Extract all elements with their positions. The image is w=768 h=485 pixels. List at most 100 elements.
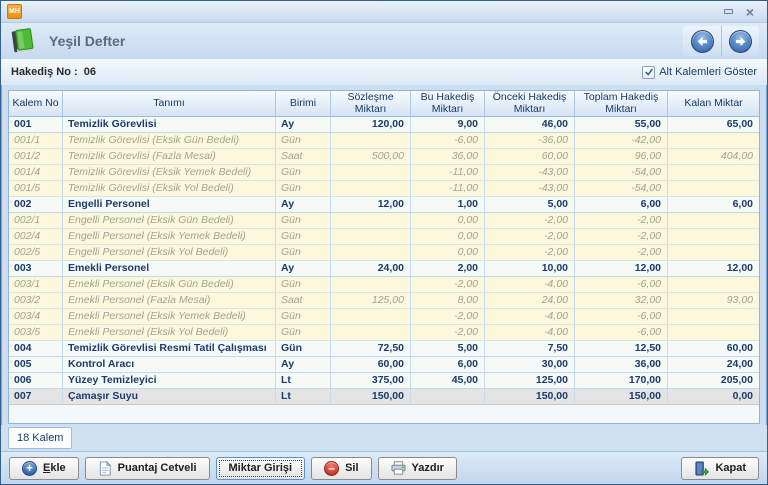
column-header-3[interactable]: Sözleşme Miktarı xyxy=(331,91,411,116)
cell-current: -6,00 xyxy=(411,133,485,149)
table-row[interactable]: 002/5Engelli Personel (Eksik Yol Bedeli)… xyxy=(9,245,759,261)
minimize-icon xyxy=(724,9,733,14)
cell-unit: Gün xyxy=(276,133,331,149)
cell-contract: 24,00 xyxy=(331,261,411,277)
cell-previous: 10,00 xyxy=(485,261,575,277)
cell-contract: 60,00 xyxy=(331,357,411,373)
column-header-5[interactable]: Önceki Hakediş Miktarı xyxy=(485,91,575,116)
quantity-entry-button[interactable]: Miktar Girişi xyxy=(216,457,306,480)
add-button[interactable]: + Ekle xyxy=(9,457,79,480)
table-header: Kalem NoTanımıBirimiSözleşme MiktarıBu H… xyxy=(9,91,759,117)
table-row[interactable]: 003/1Emekli Personel (Eksik Gün Bedeli)G… xyxy=(9,277,759,293)
table-row[interactable]: 001/2Temizlik Görevlisi (Fazla Mesai)Saa… xyxy=(9,149,759,165)
close-button[interactable]: × xyxy=(739,4,761,20)
table-row[interactable]: 001/5Temizlik Görevlisi (Eksik Yol Bedel… xyxy=(9,181,759,197)
cell-unit: Lt xyxy=(276,373,331,389)
cell-name: Emekli Personel (Eksik Yemek Bedeli) xyxy=(63,309,276,325)
cell-total: 55,00 xyxy=(575,117,668,133)
cell-no: 007 xyxy=(9,389,63,405)
delete-button[interactable]: – Sil xyxy=(311,457,371,480)
cell-name: Temizlik Görevlisi xyxy=(63,117,276,133)
table-row[interactable]: 003/2Emekli Personel (Fazla Mesai)Saat12… xyxy=(9,293,759,309)
table-row[interactable]: 002/4Engelli Personel (Eksik Yemek Bedel… xyxy=(9,229,759,245)
column-header-0[interactable]: Kalem No xyxy=(9,91,63,116)
cell-current: -2,00 xyxy=(411,325,485,341)
cell-contract: 120,00 xyxy=(331,117,411,133)
column-header-4[interactable]: Bu Hakediş Miktarı xyxy=(411,91,485,116)
column-header-7[interactable]: Kalan Miktar xyxy=(668,91,759,116)
cell-no: 005 xyxy=(9,357,63,373)
cell-total: 12,00 xyxy=(575,261,668,277)
table-row[interactable]: 003/5Emekli Personel (Eksik Yol Bedeli)G… xyxy=(9,325,759,341)
cell-current: 0,00 xyxy=(411,245,485,261)
header-band: Yeşil Defter xyxy=(1,23,767,59)
table-row[interactable]: 001Temizlik GörevlisiAy120,009,0046,0055… xyxy=(9,117,759,133)
table-row[interactable]: 004Temizlik Görevlisi Resmi Tatil Çalışm… xyxy=(9,341,759,357)
cell-previous: -36,00 xyxy=(485,133,575,149)
print-button[interactable]: Yazdır xyxy=(378,457,457,480)
cell-unit: Saat xyxy=(276,149,331,165)
cell-previous: 7,50 xyxy=(485,341,575,357)
cell-no: 001/4 xyxy=(9,165,63,181)
cell-no: 001/5 xyxy=(9,181,63,197)
cell-contract xyxy=(331,181,411,197)
cell-total: -6,00 xyxy=(575,325,668,341)
cell-previous: 30,00 xyxy=(485,357,575,373)
cell-remaining xyxy=(668,181,759,197)
previous-button[interactable] xyxy=(683,26,721,56)
close-window-button[interactable]: Kapat xyxy=(681,457,759,480)
cell-no: 002/1 xyxy=(9,213,63,229)
cell-current: 0,00 xyxy=(411,213,485,229)
footer-strip: 18 Kalem xyxy=(1,425,767,451)
item-count-tab[interactable]: 18 Kalem xyxy=(8,427,72,449)
table-row[interactable]: 007Çamaşır SuyuLt150,00150,00150,000,00 xyxy=(9,389,759,405)
table-row[interactable]: 001/4Temizlik Görevlisi (Eksik Yemek Bed… xyxy=(9,165,759,181)
app-window: MH × Yeşil Defter xyxy=(0,0,768,485)
column-header-1[interactable]: Tanımı xyxy=(63,91,276,116)
cell-contract xyxy=(331,229,411,245)
column-header-6[interactable]: Toplam Hakediş Miktarı xyxy=(575,91,668,116)
cell-current: -2,00 xyxy=(411,277,485,293)
cell-previous: 60,00 xyxy=(485,149,575,165)
cell-remaining: 60,00 xyxy=(668,341,759,357)
next-button[interactable] xyxy=(721,26,759,56)
cell-contract: 150,00 xyxy=(331,389,411,405)
cell-remaining xyxy=(668,325,759,341)
table-row[interactable]: 003/4Emekli Personel (Eksik Yemek Bedeli… xyxy=(9,309,759,325)
navigation-group xyxy=(683,26,759,56)
cell-remaining: 404,00 xyxy=(668,149,759,165)
close-icon: × xyxy=(746,5,754,19)
arrow-left-icon xyxy=(691,30,714,53)
cell-name: Engelli Personel xyxy=(63,197,276,213)
cell-current: 2,00 xyxy=(411,261,485,277)
table-row[interactable]: 002/1Engelli Personel (Eksik Gün Bedeli)… xyxy=(9,213,759,229)
minimize-button[interactable] xyxy=(717,4,739,20)
cell-unit: Gün xyxy=(276,341,331,357)
column-header-2[interactable]: Birimi xyxy=(276,91,331,116)
table-body: 001Temizlik GörevlisiAy120,009,0046,0055… xyxy=(9,117,759,405)
cell-unit: Ay xyxy=(276,197,331,213)
timesheet-button[interactable]: Puantaj Cetveli xyxy=(85,457,210,480)
cell-no: 002/4 xyxy=(9,229,63,245)
cell-name: Engelli Personel (Eksik Gün Bedeli) xyxy=(63,213,276,229)
cell-remaining: 0,00 xyxy=(668,389,759,405)
cell-total: -6,00 xyxy=(575,277,668,293)
table-row[interactable]: 002Engelli PersonelAy12,001,005,006,006,… xyxy=(9,197,759,213)
show-subitems-toggle[interactable]: Alt Kalemleri Göster xyxy=(642,66,757,79)
table-row[interactable]: 005Kontrol AracıAy60,006,0030,0036,0024,… xyxy=(9,357,759,373)
table-row[interactable]: 001/1Temizlik Görevlisi (Eksik Gün Bedel… xyxy=(9,133,759,149)
table-row[interactable]: 006Yüzey TemizleyiciLt375,0045,00125,001… xyxy=(9,373,759,389)
table-row[interactable]: 003Emekli PersonelAy24,002,0010,0012,001… xyxy=(9,261,759,277)
cell-name: Kontrol Aracı xyxy=(63,357,276,373)
cell-unit: Gün xyxy=(276,165,331,181)
green-book-icon xyxy=(9,26,39,56)
printer-icon xyxy=(391,461,406,475)
cell-current: 9,00 xyxy=(411,117,485,133)
cell-name: Temizlik Görevlisi (Fazla Mesai) xyxy=(63,149,276,165)
arrow-right-icon xyxy=(729,30,752,53)
cell-no: 003 xyxy=(9,261,63,277)
cell-no: 002/5 xyxy=(9,245,63,261)
cell-previous: -4,00 xyxy=(485,277,575,293)
cell-current: 8,00 xyxy=(411,293,485,309)
cell-remaining xyxy=(668,229,759,245)
